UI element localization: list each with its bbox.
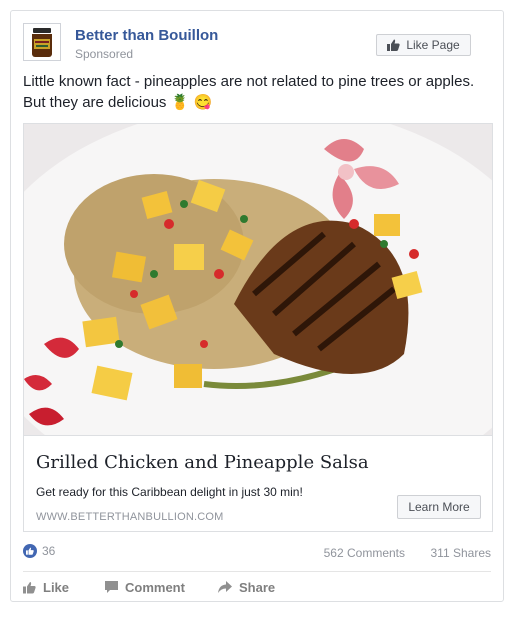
post-message-line-2: But they are delicious — [23, 94, 167, 111]
engagement-stats: 36 562 Comments 311 Shares — [23, 544, 491, 564]
sponsored-label: Sponsored — [75, 47, 134, 61]
comments-count-link[interactable]: 562 Comments — [324, 546, 405, 560]
comment-action-button[interactable]: Comment — [105, 580, 185, 595]
like-count: 36 — [42, 544, 56, 558]
share-icon — [218, 581, 232, 593]
link-domain: WWW.BETTERTHANBULLION.COM — [36, 511, 224, 523]
post-header: Better than Bouillon Sponsored Like Page — [23, 23, 491, 67]
like-page-label: Like Page — [406, 38, 460, 52]
reaction-summary[interactable]: 36 — [23, 544, 55, 558]
thumbs-up-icon — [23, 582, 36, 594]
thumbs-up-icon — [387, 39, 400, 51]
link-title[interactable]: Grilled Chicken and Pineapple Salsa — [36, 452, 369, 473]
like-reaction-icon — [23, 544, 37, 558]
action-divider — [23, 571, 491, 572]
like-page-button[interactable]: Like Page — [376, 34, 471, 56]
link-description: Get ready for this Caribbean delight in … — [36, 485, 303, 499]
food-photo — [24, 124, 492, 435]
page-avatar[interactable] — [23, 23, 61, 61]
learn-more-button[interactable]: Learn More — [397, 495, 481, 519]
action-bar: Like Comment Share — [23, 578, 491, 600]
like-action-button[interactable]: Like — [23, 580, 69, 595]
sponsored-post-card: Better than Bouillon Sponsored Like Page… — [10, 10, 504, 602]
message-emoji: 🍍 😋 — [170, 94, 213, 111]
post-message-line-1: Little known fact - pineapples are not r… — [23, 73, 475, 90]
ad-image[interactable] — [23, 123, 493, 435]
comment-action-label: Comment — [125, 580, 185, 595]
post-message: Little known fact - pineapples are not r… — [23, 71, 493, 113]
jar-logo-icon — [32, 28, 52, 57]
comment-icon — [105, 581, 118, 593]
link-preview[interactable]: Grilled Chicken and Pineapple Salsa Get … — [23, 435, 493, 532]
share-action-button[interactable]: Share — [218, 580, 275, 595]
share-action-label: Share — [239, 580, 276, 595]
page-name-link[interactable]: Better than Bouillon — [75, 27, 218, 44]
shares-count-link[interactable]: 311 Shares — [431, 546, 492, 560]
like-action-label: Like — [43, 580, 70, 595]
